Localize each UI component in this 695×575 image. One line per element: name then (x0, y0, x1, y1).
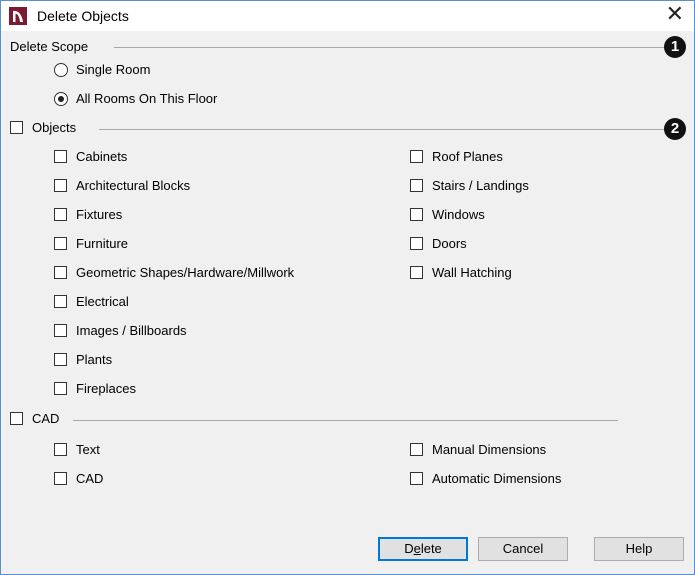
checkbox[interactable] (54, 382, 67, 395)
checkbox[interactable] (410, 472, 423, 485)
checkbox-label: Plants (76, 352, 113, 367)
radio-label: Single Room (76, 62, 151, 77)
delete-label-start: D (404, 541, 414, 556)
checkbox[interactable] (54, 150, 67, 163)
objects-label: Objects (32, 120, 77, 135)
checkbox[interactable] (54, 208, 67, 221)
checkbox[interactable] (54, 353, 67, 366)
window-title: Delete Objects (37, 8, 129, 24)
checkbox[interactable] (54, 443, 67, 456)
checkbox-label: Architectural Blocks (76, 178, 191, 193)
checkbox-label: Stairs / Landings (432, 178, 529, 193)
checkbox[interactable] (410, 266, 423, 279)
delete-label-mnemonic: e (413, 541, 421, 556)
scope-divider (114, 47, 667, 48)
cad-checkbox[interactable] (10, 412, 23, 425)
checkbox-label: Cabinets (76, 149, 128, 164)
close-icon[interactable]: ✕ (666, 3, 684, 27)
app-icon (9, 7, 27, 25)
checkbox-label: Geometric Shapes/Hardware/Millwork (76, 265, 295, 280)
checkbox-label: Fixtures (76, 207, 123, 222)
cad-divider (73, 420, 618, 421)
radio-label: All Rooms On This Floor (76, 91, 218, 106)
checkbox-label: Manual Dimensions (432, 442, 547, 457)
checkbox[interactable] (410, 208, 423, 221)
cancel-button[interactable]: Cancel (478, 537, 568, 561)
checkbox[interactable] (54, 179, 67, 192)
delete-scope-label: Delete Scope (10, 39, 89, 54)
radio-button[interactable] (54, 63, 68, 77)
checkbox-label: Furniture (76, 236, 129, 251)
delete-label-end: lete (420, 541, 442, 556)
checkbox[interactable] (54, 295, 67, 308)
checkbox-label: Text (76, 442, 100, 457)
checkbox[interactable] (54, 324, 67, 337)
checkbox-label: Fireplaces (76, 381, 136, 396)
checkbox-label: Doors (432, 236, 467, 251)
help-button[interactable]: Help (594, 537, 684, 561)
checkbox[interactable] (410, 150, 423, 163)
checkbox-label: Images / Billboards (76, 323, 187, 338)
objects-divider (99, 129, 667, 130)
radio-dot (58, 96, 64, 102)
objects-checkbox[interactable] (10, 121, 23, 134)
checkbox[interactable] (410, 443, 423, 456)
checkbox-label: CAD (76, 471, 104, 486)
checkbox-label: Automatic Dimensions (432, 471, 562, 486)
title-bar: Delete Objects ✕ (1, 1, 694, 31)
callout-marker-1: 1 (664, 36, 686, 58)
checkbox-label: Windows (432, 207, 485, 222)
checkbox[interactable] (410, 237, 423, 250)
checkbox[interactable] (54, 237, 67, 250)
checkbox[interactable] (410, 179, 423, 192)
cad-label: CAD (32, 411, 60, 426)
callout-marker-2: 2 (664, 118, 686, 140)
checkbox[interactable] (54, 266, 67, 279)
checkbox-label: Wall Hatching (432, 265, 512, 280)
checkbox[interactable] (54, 472, 67, 485)
checkbox-label: Electrical (76, 294, 129, 309)
checkbox-label: Roof Planes (432, 149, 503, 164)
delete-objects-dialog: Delete Objects ✕ Delete Scope 1 Single R… (0, 0, 695, 575)
delete-button[interactable]: Delete (378, 537, 468, 561)
radio-button-selected[interactable] (54, 92, 68, 106)
